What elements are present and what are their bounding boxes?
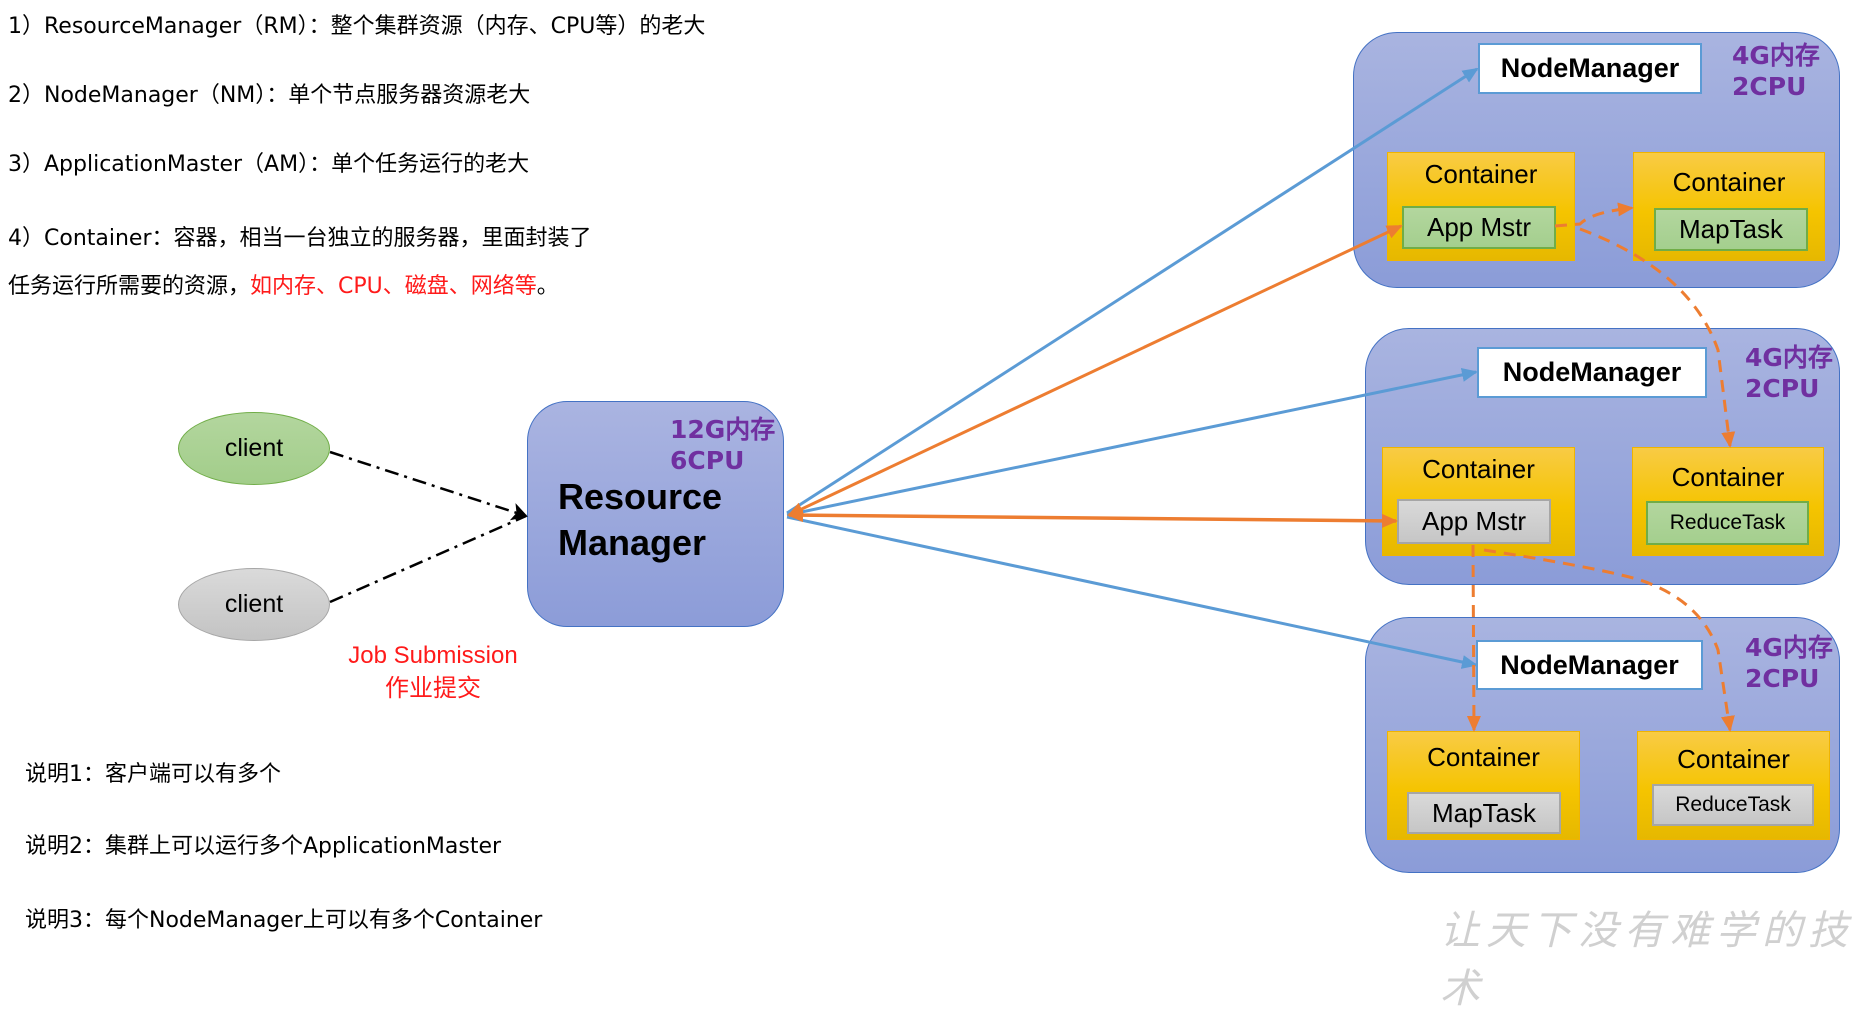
am2-to-reducetask3-arrow <box>1483 548 1735 732</box>
am1-to-maptask1-arrow <box>1554 202 1634 228</box>
am1-to-reducetask2-arrow <box>1579 227 1736 448</box>
am2-to-maptask3-arrow <box>1466 544 1481 732</box>
rm-to-nm1-arrow <box>786 67 1479 515</box>
arrows-layer <box>329 67 1736 732</box>
rm-to-appmaster2-arrow <box>787 508 1398 528</box>
rm-to-nm3-arrow <box>786 515 1478 669</box>
rm-to-nm2-arrow <box>786 367 1478 517</box>
rm-to-appmaster1-arrow <box>787 224 1403 517</box>
client-1-to-rm-arrow <box>329 450 528 521</box>
client-2-to-rm-arrow <box>329 514 527 604</box>
